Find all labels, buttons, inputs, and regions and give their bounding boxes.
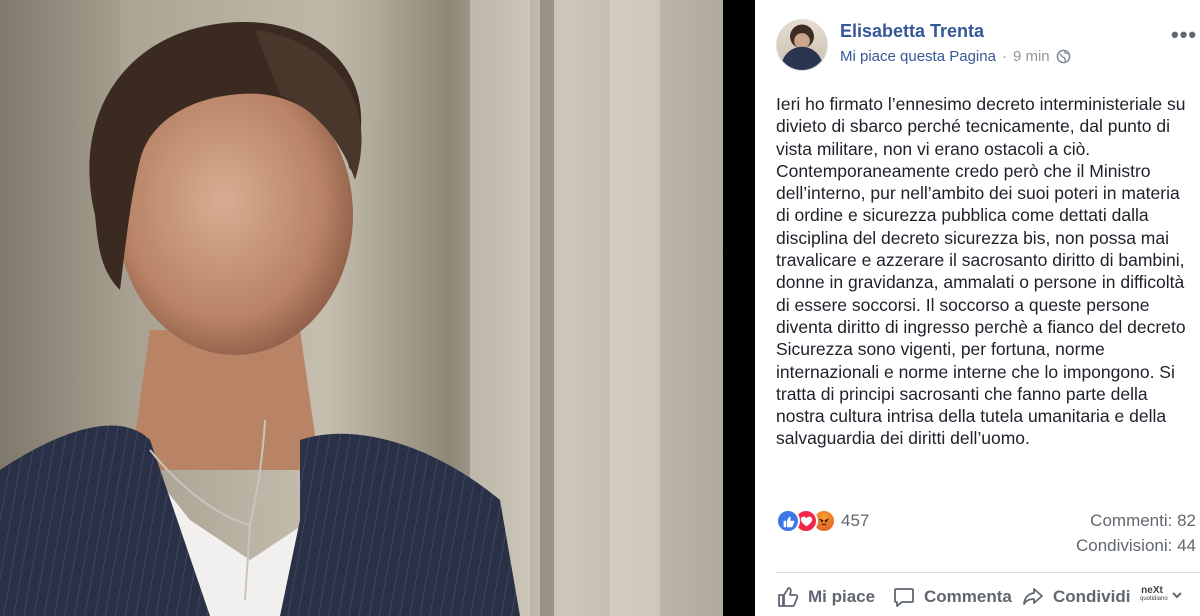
post-text-line: vista militare, non vi erano ostacoli a … bbox=[776, 138, 1091, 159]
post-time[interactable]: 9 min bbox=[1013, 48, 1050, 65]
actions-divider bbox=[776, 572, 1200, 573]
post-text-line: dell’interno, pur nell’ambito dei suoi p… bbox=[776, 183, 1180, 204]
watermark-logo: neXt quotidiano bbox=[1140, 586, 1168, 604]
comments-count[interactable]: Commenti: 82 bbox=[1090, 511, 1196, 531]
post-text-line: diventa diritto di ingresso perchè a fia… bbox=[776, 316, 1186, 337]
post-text-line: salvaguardia dei diritti dell’uomo. bbox=[776, 428, 1030, 449]
post-text-line: travalicare e azzerare il sacrosanto dir… bbox=[776, 250, 1185, 271]
post-text-line: di essere soccorsi. Il soccorso a queste… bbox=[776, 294, 1150, 315]
share-button[interactable]: Condividi bbox=[1021, 585, 1130, 609]
author-name[interactable]: Elisabetta Trenta bbox=[840, 21, 984, 42]
reactions-summary[interactable]: 457 bbox=[776, 509, 869, 533]
post-text-line: disciplina del decreto sicurezza bis, no… bbox=[776, 227, 1169, 248]
meta-separator: · bbox=[1001, 48, 1007, 65]
post-text-line: tratta di principi sacrosanti che fanno … bbox=[776, 383, 1148, 404]
comment-button[interactable]: Commenta bbox=[892, 585, 1012, 609]
post-text-line: Sicurezza sono vigenti, per fortuna, nor… bbox=[776, 339, 1105, 360]
post-text-line: nostra cultura intrisa della tutela uman… bbox=[776, 406, 1167, 427]
share-button-label: Condividi bbox=[1053, 587, 1131, 606]
watermark-sub: quotidiano bbox=[1140, 596, 1168, 602]
post-meta: Mi piace questa Pagina · 9 min bbox=[840, 48, 1071, 65]
reaction-count: 457 bbox=[841, 511, 870, 530]
post-text-line: di ordine e sicurezza pubblica come dett… bbox=[776, 205, 1149, 226]
like-button-label: Mi piace bbox=[808, 587, 876, 606]
post-text: Ieri ho firmato l’ennesimo decreto inter… bbox=[776, 93, 1200, 450]
thumbs-up-icon bbox=[778, 587, 799, 607]
post-text-line: donne in gravidanza, ammalati o persone … bbox=[776, 272, 1185, 293]
share-icon bbox=[1023, 588, 1043, 605]
facebook-post: Elisabetta Trenta Mi piace questa Pagina… bbox=[755, 0, 1200, 616]
author-avatar[interactable] bbox=[776, 19, 828, 71]
like-button[interactable]: Mi piace bbox=[776, 585, 875, 609]
like-page-link[interactable]: Mi piace questa Pagina bbox=[840, 48, 996, 65]
post-text-line: Ieri ho firmato l’ennesimo decreto inter… bbox=[776, 94, 1186, 114]
chevron-down-icon[interactable] bbox=[1170, 588, 1184, 602]
comment-button-label: Commenta bbox=[924, 587, 1012, 606]
photo-divider bbox=[723, 0, 755, 616]
post-photo[interactable] bbox=[0, 0, 723, 616]
more-options-icon[interactable]: ••• bbox=[1171, 22, 1197, 48]
post-text-line: internazionali e norme interne che lo im… bbox=[776, 361, 1175, 382]
like-reaction-icon bbox=[776, 509, 800, 533]
post-text-line: divieto di sbarco perché tecnicamente, d… bbox=[776, 116, 1170, 137]
post-text-line: Contemporaneamente credo però che il Min… bbox=[776, 160, 1151, 181]
comment-icon bbox=[894, 588, 914, 607]
shares-count[interactable]: Condivisioni: 44 bbox=[1076, 536, 1196, 556]
portrait-image bbox=[0, 0, 723, 616]
globe-icon bbox=[1056, 49, 1070, 64]
